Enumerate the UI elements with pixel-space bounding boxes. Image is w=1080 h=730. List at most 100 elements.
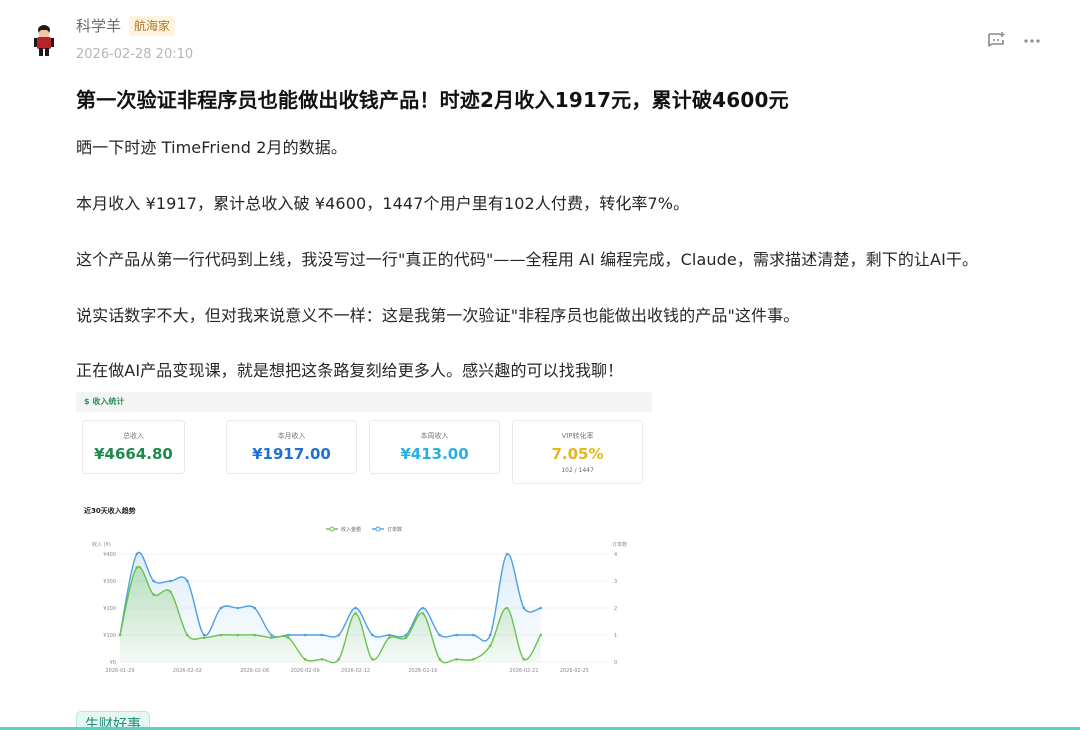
data-point [152, 593, 155, 596]
stat-sub: 102 / 1447 [561, 467, 594, 474]
data-point [488, 633, 492, 637]
post-card: 科学羊 航海家 2026-02-28 20:10 第一次验证非程序员也能做出收钱… [0, 0, 1080, 730]
x-tick-label: 2026-02-25 [560, 668, 589, 674]
data-point [455, 633, 458, 637]
y-tick-label-right: 0 [614, 660, 617, 666]
avatar[interactable] [30, 22, 58, 58]
header-actions [985, 30, 1043, 52]
post-paragraph: 说实话数字不大，但对我来说意义不一样：这是我第一次验证"非程序员也能做出收钱的产… [76, 306, 800, 325]
data-point [202, 636, 206, 639]
data-point [539, 606, 542, 610]
y-tick-label-right: 4 [614, 552, 617, 558]
legend-marker [375, 526, 381, 532]
data-point [488, 644, 492, 648]
post-paragraph: 这个产品从第一行代码到上线，我没写过一行"真正的代码"——全程用 AI 编程完成… [76, 250, 979, 269]
stat-label: 本月收入 [277, 432, 306, 440]
data-point [404, 636, 408, 639]
data-point [286, 636, 290, 639]
x-tick-label: 2026-02-09 [291, 668, 320, 674]
x-tick-label: 2026-02-16 [408, 668, 437, 674]
data-point [270, 633, 273, 637]
data-point [219, 633, 223, 637]
stat-card-vip-rate: VIP转化率 7.05% 102 / 1447 [512, 420, 643, 484]
data-point [505, 606, 509, 610]
stat-value: ¥4664.80 [94, 445, 173, 463]
data-point [169, 590, 172, 594]
y-tick-label-left: ¥100 [103, 633, 116, 639]
data-point [387, 633, 391, 637]
stat-card-total: 总收入 ¥4664.80 [82, 420, 185, 474]
y-axis-label-right: 订单数 [612, 541, 627, 548]
stat-card-month: 本月收入 ¥1917.00 [226, 420, 357, 474]
revenue-stats-image[interactable]: $ 收入统计 总收入 ¥4664.80 本月收入 ¥1917.00 本周收入 ¥… [76, 392, 652, 686]
data-point [354, 612, 357, 615]
data-point [472, 658, 475, 661]
data-point [438, 633, 442, 637]
data-point [337, 633, 341, 637]
data-point [202, 633, 206, 637]
data-point [152, 579, 155, 583]
revenue-trend-chart: ¥0 ¥100 ¥200 ¥300 ¥400 0 1 2 3 4 收入 (¥) 订单数 2026-01-… [92, 526, 627, 674]
stat-label: 总收入 [123, 432, 144, 440]
data-point [539, 633, 542, 637]
x-tick-label: 2026-02-12 [341, 668, 370, 674]
author-name[interactable]: 科学羊 [76, 15, 121, 36]
data-point [303, 658, 307, 661]
data-point [135, 552, 139, 556]
post-paragraph: 晒一下时迹 TimeFriend 2月的数据。 [76, 138, 348, 157]
y-tick-label-right: 3 [614, 579, 617, 585]
legend-label: 收入金额 [341, 526, 361, 533]
data-point [455, 658, 458, 661]
y-axis-label-left: 收入 (¥) [92, 541, 111, 548]
data-point [354, 606, 357, 610]
data-point [253, 633, 256, 637]
legend-marker [329, 526, 335, 532]
stat-label: 本周收入 [420, 432, 449, 440]
y-tick-label-left: ¥0 [110, 660, 116, 666]
data-point [320, 633, 324, 637]
data-point [387, 636, 391, 639]
data-point [270, 636, 273, 639]
x-tick-label: 2026-01-29 [105, 668, 134, 674]
post-paragraph: 本月收入 ¥1917，累计总收入破 ¥4600，1447个用户里有102人付费，… [76, 194, 690, 213]
author-line: 科学羊 航海家 [76, 15, 176, 36]
data-point [371, 658, 374, 661]
author-badge: 航海家 [129, 15, 176, 36]
data-point [438, 658, 442, 661]
stats-header-label: $ 收入统计 [84, 397, 125, 406]
data-point [169, 579, 172, 583]
stat-label: VIP转化率 [561, 432, 594, 440]
data-point [118, 633, 122, 637]
data-point [522, 606, 526, 610]
data-point [421, 606, 425, 610]
data-point [286, 633, 290, 637]
y-tick-label-right: 1 [614, 633, 617, 639]
post-title: 第一次验证非程序员也能做出收钱产品！时迹2月收入1917元，累计破4600元 [76, 88, 789, 112]
more-horizontal-icon[interactable] [1021, 30, 1043, 52]
data-point [253, 606, 256, 610]
data-point [135, 566, 139, 569]
data-point [371, 633, 374, 637]
x-tick-label: 2026-02-22 [509, 668, 538, 674]
data-point [337, 658, 341, 661]
comment-add-icon[interactable] [985, 30, 1007, 52]
data-point [236, 633, 240, 637]
data-point [186, 633, 189, 637]
x-tick-label: 2026-02-02 [173, 668, 202, 674]
legend-label: 订单数 [387, 526, 402, 533]
cartoon-person-avatar-icon [34, 25, 54, 56]
data-point [522, 658, 526, 661]
stat-value: 7.05% [551, 445, 604, 463]
x-tick-label: 2026-02-06 [240, 668, 269, 674]
data-point [320, 658, 324, 661]
post-timestamp: 2026-02-28 20:10 [76, 47, 194, 62]
data-point [186, 579, 189, 583]
trend-title: 近30天收入趋势 [84, 507, 136, 515]
post-paragraph: 正在做AI产品变现课，就是想把这条路复刻给更多人。感兴趣的可以找我聊！ [76, 361, 624, 380]
data-point [505, 552, 509, 556]
stats-header-bar: $ 收入统计 [76, 392, 652, 412]
stat-value: ¥1917.00 [252, 445, 331, 463]
data-point [421, 612, 425, 615]
data-point [236, 606, 240, 610]
y-tick-label-left: ¥400 [103, 552, 116, 558]
